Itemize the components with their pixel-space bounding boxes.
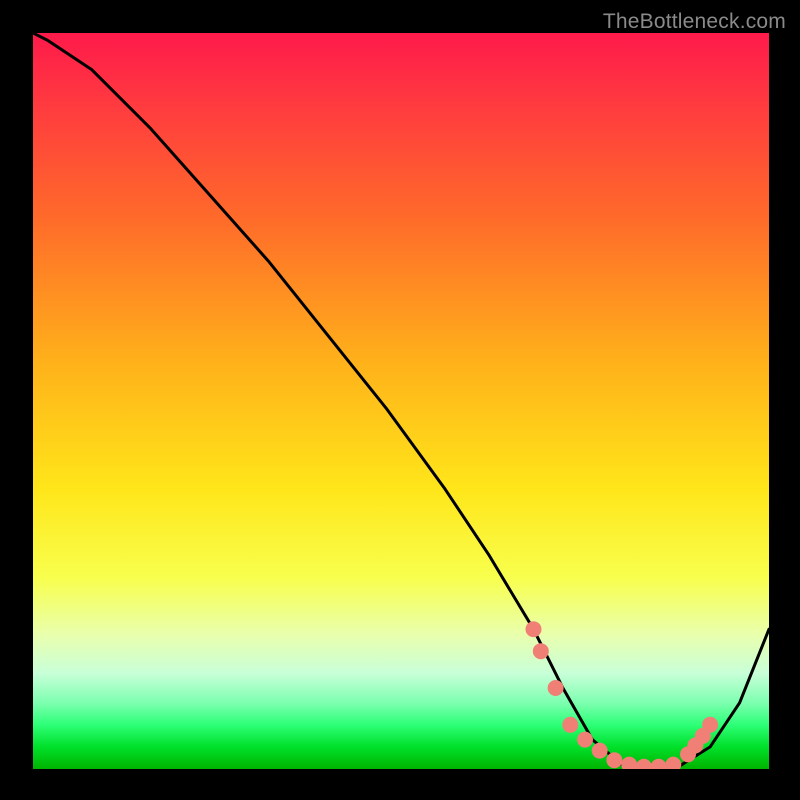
watermark-text: TheBottleneck.com	[603, 10, 786, 34]
chart-plot-area	[33, 33, 769, 769]
